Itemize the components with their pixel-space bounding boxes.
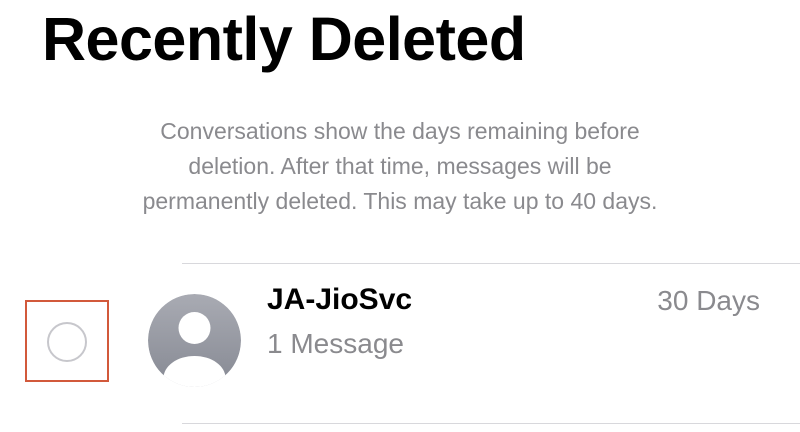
- contact-name: JA-JioSvc: [267, 283, 413, 316]
- person-placeholder-icon: [148, 294, 241, 387]
- radio-circle-icon: [47, 322, 87, 362]
- description-line: Conversations show the days remaining be…: [160, 118, 640, 144]
- page-title: Recently Deleted: [42, 5, 526, 73]
- description-line: deletion. After that time, messages will…: [188, 153, 612, 179]
- description-line: permanently deleted. This may take up to…: [142, 188, 658, 214]
- list-divider: [182, 263, 800, 264]
- info-description: Conversations show the days remaining be…: [60, 114, 740, 219]
- message-count: 1 Message: [267, 328, 404, 359]
- contact-avatar: [148, 294, 241, 387]
- list-divider: [182, 423, 800, 424]
- days-remaining: 30 Days: [657, 285, 760, 316]
- select-checkbox[interactable]: [25, 300, 109, 382]
